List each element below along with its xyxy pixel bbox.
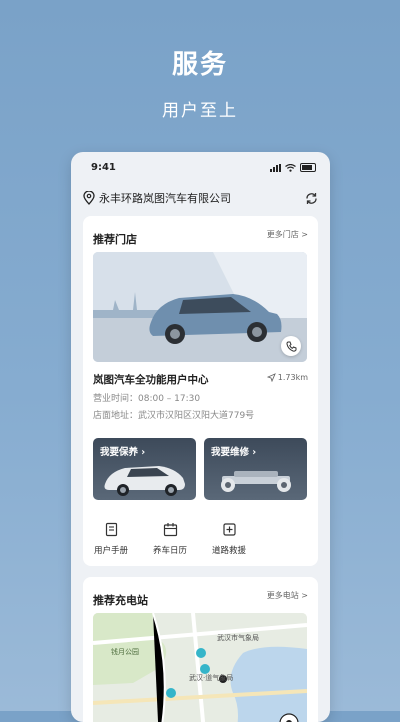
map-graphic — [93, 613, 307, 722]
shortcut-user-manual[interactable]: 用户手册 — [81, 522, 141, 556]
repair-chassis-image — [221, 471, 291, 492]
status-icons — [270, 163, 316, 172]
store-hours: 营业时间：08:00 – 17:30 — [93, 394, 201, 404]
charge-section-header: 推荐充电站 更多电站 > — [93, 589, 308, 607]
location-pin-icon — [83, 191, 95, 205]
repair-tile[interactable]: 我要维修 › — [204, 438, 307, 500]
maintenance-tile[interactable]: 我要保养 › — [93, 438, 196, 500]
store-address: 店面地址：武汉市汉阳区汉阳大道779号 — [93, 411, 255, 421]
shortcut-label: 养车日历 — [152, 546, 187, 556]
shortcut-label: 用户手册 — [93, 546, 128, 556]
roadside-icon — [222, 523, 236, 536]
status-bar: 9:41 — [71, 152, 330, 182]
hero-subtitle: 用户至上 — [162, 101, 238, 121]
store-section-header: 推荐门店 更多门店 > — [93, 228, 308, 246]
store-distance: 1.73km — [266, 373, 308, 382]
charging-map[interactable]: 钱月公园 武汉市气象局 武汉·道气象局 — [93, 613, 307, 722]
hero-title: 服务 — [171, 50, 228, 80]
more-stations-link[interactable]: 更多电站 > — [267, 590, 308, 601]
distance-value: 1.73km — [277, 373, 308, 382]
maintenance-car-image — [104, 466, 185, 496]
refresh-icon[interactable] — [305, 192, 318, 205]
signal-icon — [270, 163, 281, 172]
store-car-image — [93, 252, 307, 362]
call-store-button[interactable] — [281, 336, 301, 356]
map-label-bureau: 武汉市气象局 — [217, 634, 259, 642]
store-section-title: 推荐门店 — [93, 233, 137, 246]
wifi-icon — [285, 163, 296, 172]
shortcut-maintenance-calendar[interactable]: 养车日历 — [140, 522, 200, 556]
calendar-icon — [163, 523, 177, 537]
shortcut-roadside-assistance[interactable]: 道路救援 — [199, 522, 259, 556]
recommended-store-card: 推荐门店 更多门店 > 岚图汽车全功能用户中心 1.73km 营业时间：08:0… — [83, 216, 318, 566]
shortcut-label: 道路救援 — [211, 546, 246, 556]
phone-icon — [285, 341, 296, 352]
more-stores-link[interactable]: 更多门店 > — [267, 229, 308, 240]
manual-icon — [105, 522, 117, 537]
map-label-bureau2: 武汉·道气象局 — [189, 674, 234, 682]
shortcut-row: 用户手册 养车日历 道路救援 — [83, 516, 318, 566]
charge-section-title: 推荐充电站 — [93, 594, 148, 607]
store-name[interactable]: 岚图汽车全功能用户中心 — [93, 372, 209, 387]
status-time: 9:41 — [91, 162, 116, 173]
recommended-charging-card: 推荐充电站 更多电站 > 钱月公园 武汉市气象局 武汉·道气象局 — [83, 577, 318, 722]
navigation-arrow-icon — [266, 373, 276, 382]
store-photo[interactable] — [93, 252, 307, 362]
current-location: 永丰环路岚图汽车有限公司 — [99, 192, 231, 205]
phone-screen: 9:41 永丰环路岚图汽车有限公司 推荐门店 更多门店 > 岚图汽车全功能用户中… — [71, 152, 330, 722]
map-label-park: 钱月公园 — [111, 648, 139, 656]
battery-icon — [300, 163, 316, 172]
location-bar[interactable]: 永丰环路岚图汽车有限公司 — [83, 188, 318, 208]
